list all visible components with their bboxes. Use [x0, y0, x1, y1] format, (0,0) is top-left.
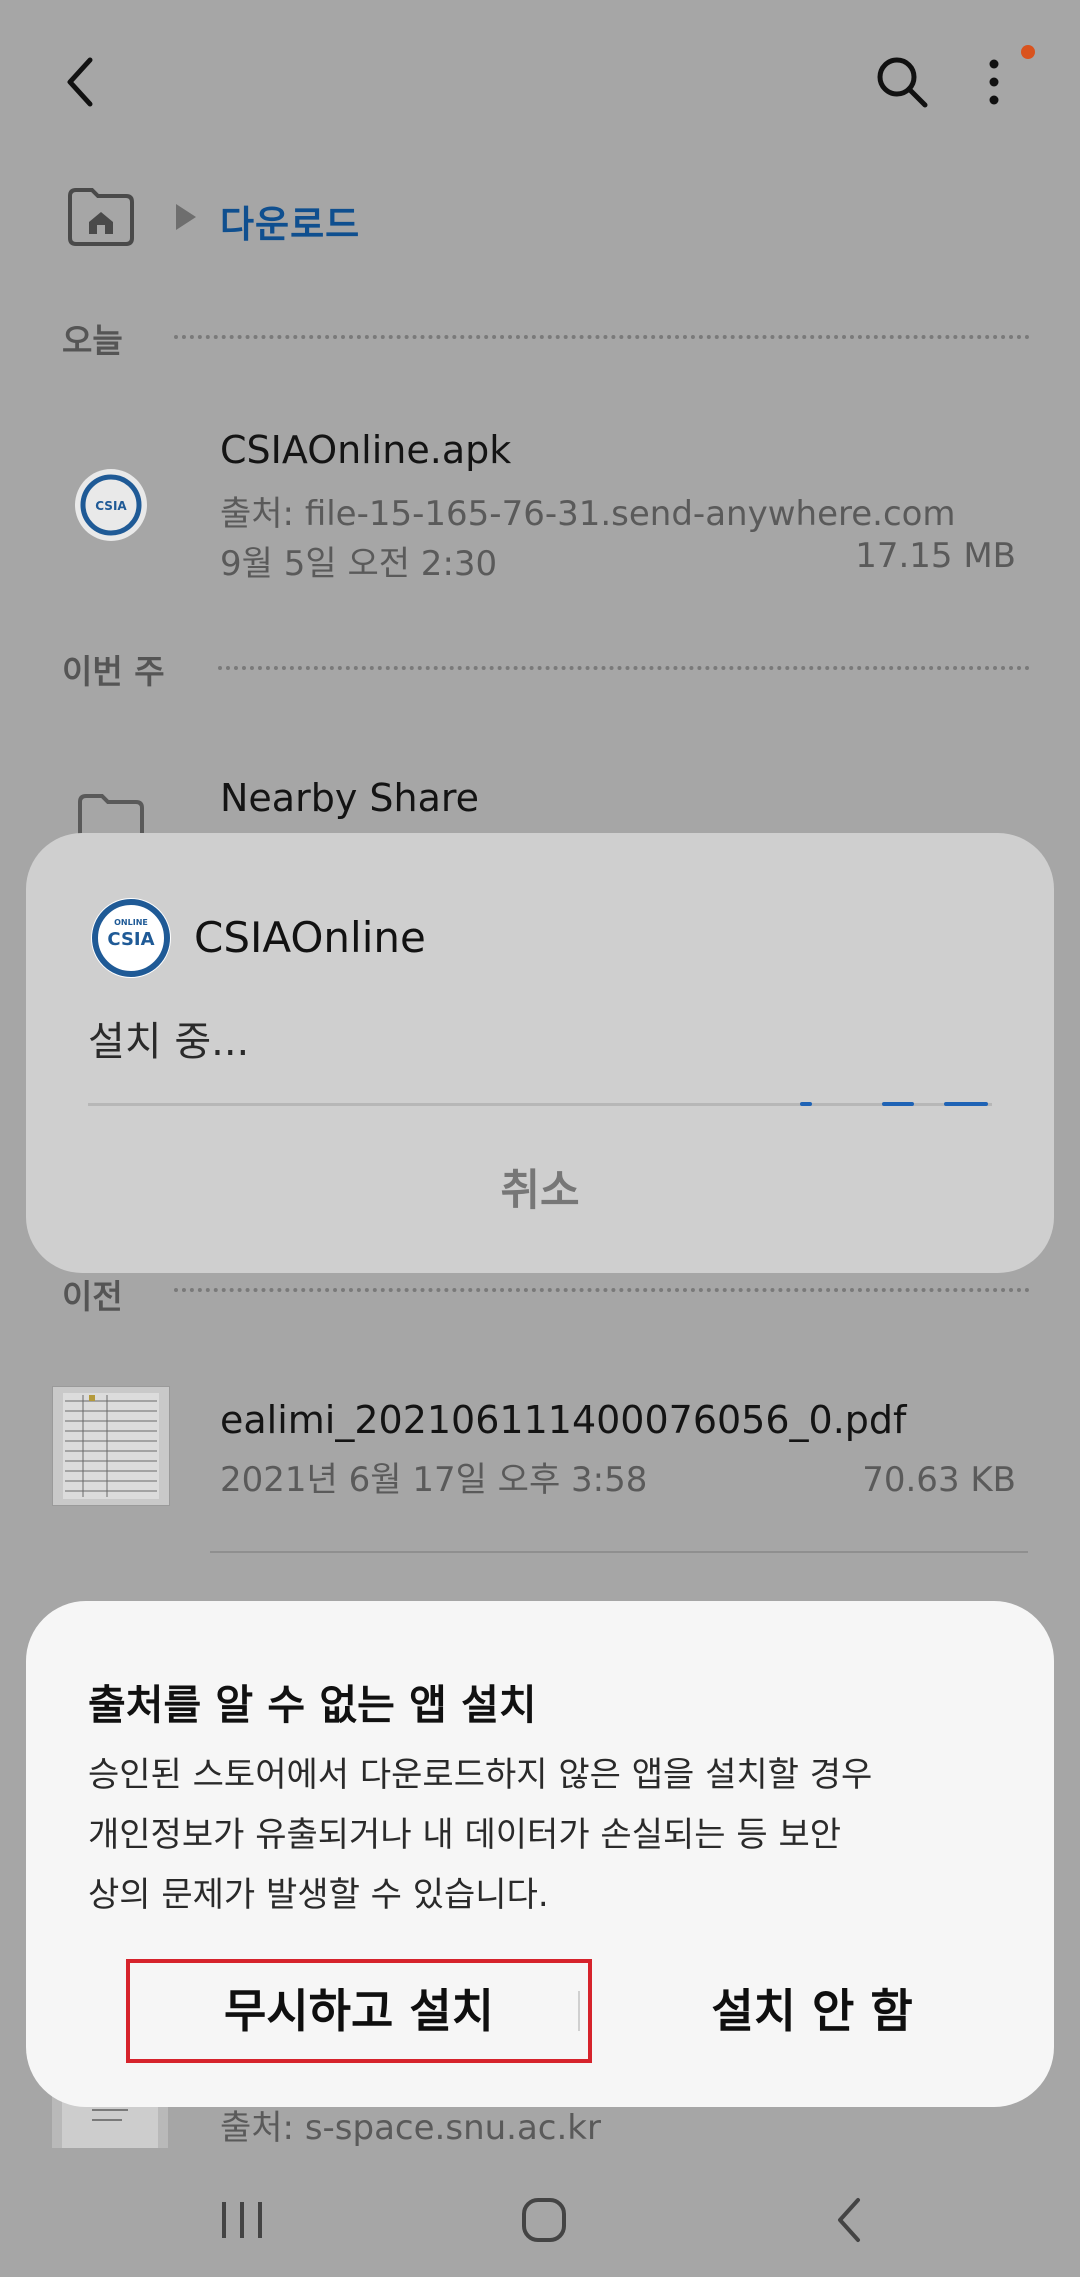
- logo-top-text: ONLINE: [114, 918, 148, 927]
- section-header-today: 오늘: [62, 321, 123, 360]
- home-button[interactable]: [514, 2190, 574, 2250]
- notification-dot: [1021, 45, 1035, 59]
- csia-app-icon: CSIA: [74, 468, 148, 542]
- progress-bar: [88, 1102, 992, 1106]
- file-date: 2021년 6월 17일 오후 3:58: [220, 1460, 648, 1500]
- search-button[interactable]: [872, 52, 932, 112]
- breadcrumb-current-folder[interactable]: 다운로드: [220, 194, 360, 248]
- section-header-previous: 이전: [62, 1277, 123, 1316]
- dialog-message-line-2: 개인정보가 유출되거나 내 데이터가 손실되는 등 보안: [88, 1815, 842, 1855]
- file-source: 출처: file-15-165-76-31.send-anywhere.com: [220, 494, 956, 534]
- search-icon: [877, 57, 928, 108]
- dont-install-button[interactable]: 설치 안 함: [586, 1963, 1038, 2059]
- pdf-thumbnail: [52, 1386, 170, 1506]
- nav-back-button[interactable]: [820, 2190, 880, 2250]
- list-divider: [210, 1551, 1028, 1553]
- progress-indicator: [944, 1102, 988, 1106]
- nav-back-icon: [838, 2198, 860, 2242]
- recent-apps-icon: [222, 2202, 262, 2238]
- more-options-button[interactable]: [972, 52, 1016, 112]
- install-progress-dialog: ONLINE CSIA CSIAOnline 설치 중... 취소: [26, 833, 1054, 1273]
- button-divider: [578, 1991, 580, 2031]
- back-button[interactable]: [56, 54, 112, 110]
- file-size: 17.15 MB: [855, 536, 1016, 576]
- list-item-ealimi-pdf[interactable]: ealimi_20210611140007605​6_0.pdf 2021년 6…: [0, 1380, 1080, 1550]
- dialog-title: 출처를 알 수 없는 앱 설치: [88, 1681, 537, 1729]
- unknown-source-dialog: 출처를 알 수 없는 앱 설치 승인된 스토어에서 다운로드하지 않은 앱을 설…: [26, 1601, 1054, 2107]
- file-source: 출처: s-space.snu.ac.kr: [220, 2108, 601, 2148]
- breadcrumb-separator-icon: [174, 202, 198, 232]
- file-date: 9월 5일 오전 2:30: [220, 544, 498, 584]
- install-anyway-button[interactable]: 무시하고 설치: [126, 1959, 592, 2063]
- section-divider: [174, 1288, 1030, 1292]
- logo-main-text: CSIA: [107, 929, 154, 950]
- back-arrow-icon: [67, 57, 93, 107]
- install-status: 설치 중...: [88, 1019, 250, 1065]
- section-header-this-week: 이번 주: [62, 652, 165, 691]
- home-folder-icon: [68, 188, 134, 246]
- svg-text:CSIA: CSIA: [95, 499, 127, 513]
- dialog-message-line-3: 상의 문제가 발생할 수 있습니다.: [88, 1875, 549, 1915]
- file-name: ealimi_20210611140007605​6_0.pdf: [220, 1398, 907, 1442]
- recent-apps-button[interactable]: [212, 2190, 272, 2250]
- file-size: 70.63 KB: [862, 1460, 1016, 1500]
- section-divider: [218, 666, 1030, 670]
- dialog-message-line-1: 승인된 스토어에서 다운로드하지 않은 앱을 설치할 경우: [88, 1755, 873, 1795]
- progress-indicator: [800, 1102, 812, 1106]
- progress-indicator: [882, 1102, 914, 1106]
- csia-logo-icon: ONLINE CSIA: [88, 895, 174, 981]
- folder-name: Nearby Share: [220, 776, 480, 820]
- list-item-csiaonline-apk[interactable]: CSIA CSIAOnline.apk 출처: file-15-165-76-3…: [0, 410, 1080, 590]
- section-divider: [174, 335, 1030, 339]
- file-name: CSIAOnline.apk: [220, 428, 512, 472]
- app-name: CSIAOnline: [194, 913, 426, 962]
- more-vert-icon: [989, 59, 999, 105]
- home-icon: [522, 2198, 566, 2242]
- list-item-nearby-share[interactable]: Nearby Share: [0, 760, 1080, 850]
- cancel-button[interactable]: 취소: [26, 1151, 1054, 1231]
- home-storage-button[interactable]: [66, 186, 136, 246]
- breadcrumb: 다운로드: [66, 186, 666, 252]
